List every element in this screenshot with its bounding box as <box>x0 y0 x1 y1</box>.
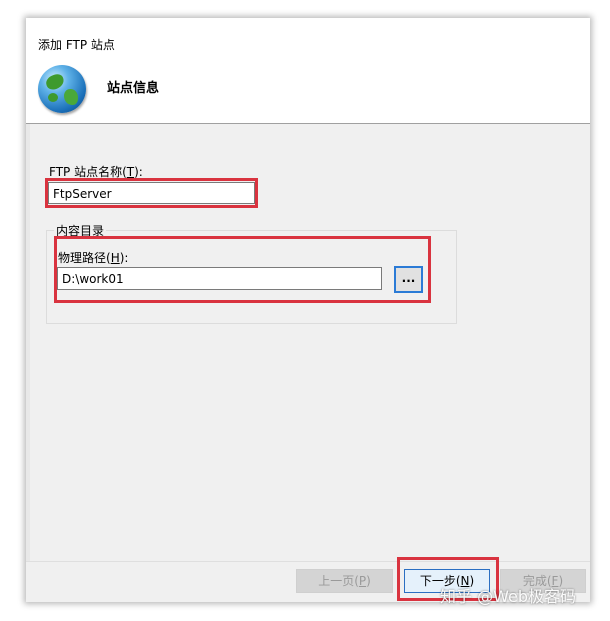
page-heading: 站点信息 <box>107 81 160 96</box>
dialog-title: 添加 FTP 站点 <box>38 38 115 52</box>
site-name-highlight <box>45 178 258 208</box>
watermark-text: 知乎 @Web极客码 <box>440 587 576 606</box>
header-panel: 添加 FTP 站点 站点信息 <box>26 18 590 124</box>
previous-button[interactable]: 上一页(P) <box>296 569 393 593</box>
globe-icon <box>38 65 86 113</box>
physical-path-highlight <box>54 236 431 303</box>
add-ftp-site-dialog: 添加 FTP 站点 站点信息 FTP 站点名称(T): FtpServer 内容… <box>26 18 590 602</box>
